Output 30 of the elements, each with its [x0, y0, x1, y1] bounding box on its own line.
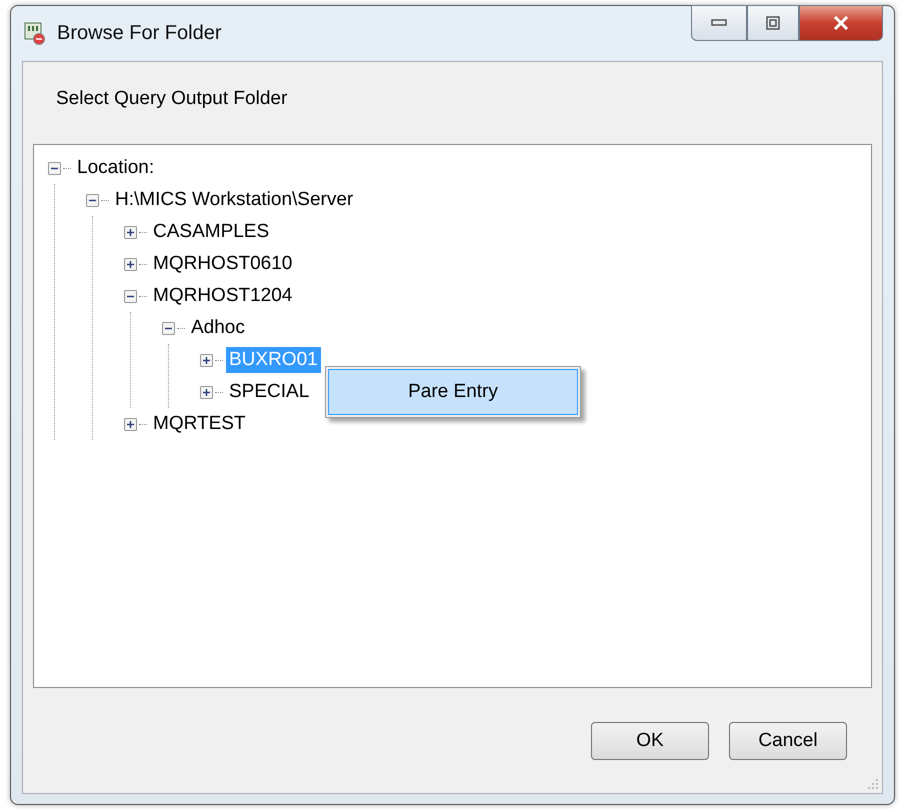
window-title: Browse For Folder [57, 22, 222, 45]
close-button[interactable] [799, 5, 883, 41]
dialog-button[interactable]: Cancel [729, 722, 847, 760]
tree-item[interactable]: MQRHOST0610 [150, 251, 296, 277]
minimize-icon [711, 19, 727, 27]
collapse-icon[interactable] [48, 162, 61, 174]
collapse-icon[interactable] [124, 290, 137, 302]
dialog-button[interactable]: OK [591, 722, 709, 760]
collapse-icon[interactable] [162, 322, 175, 334]
menu-item[interactable]: Pare Entry [328, 369, 578, 415]
tree-item[interactable]: H:\MICS Workstation\Server [112, 187, 356, 213]
app-icon [24, 22, 46, 46]
expand-icon[interactable] [124, 226, 137, 238]
tree-item[interactable]: MQRTEST [150, 411, 249, 437]
tree-item[interactable]: Location: [74, 155, 158, 181]
tree-item[interactable]: Adhoc [188, 315, 248, 341]
maximize-button[interactable] [747, 5, 799, 41]
minimize-button[interactable] [691, 5, 747, 41]
prompt-text: Select Query Output Folder [56, 88, 288, 110]
expand-icon[interactable] [200, 354, 213, 366]
resize-grip-icon [867, 778, 879, 790]
tree-item[interactable]: CASAMPLES [150, 219, 272, 245]
collapse-icon[interactable] [86, 194, 99, 206]
tree-item[interactable]: MQRHOST1204 [150, 283, 296, 309]
tree-item[interactable]: SPECIAL [226, 379, 312, 405]
expand-icon[interactable] [200, 386, 213, 398]
expand-icon[interactable] [124, 258, 137, 270]
maximize-icon [766, 16, 780, 30]
close-icon [833, 16, 849, 30]
expand-icon[interactable] [124, 418, 137, 430]
